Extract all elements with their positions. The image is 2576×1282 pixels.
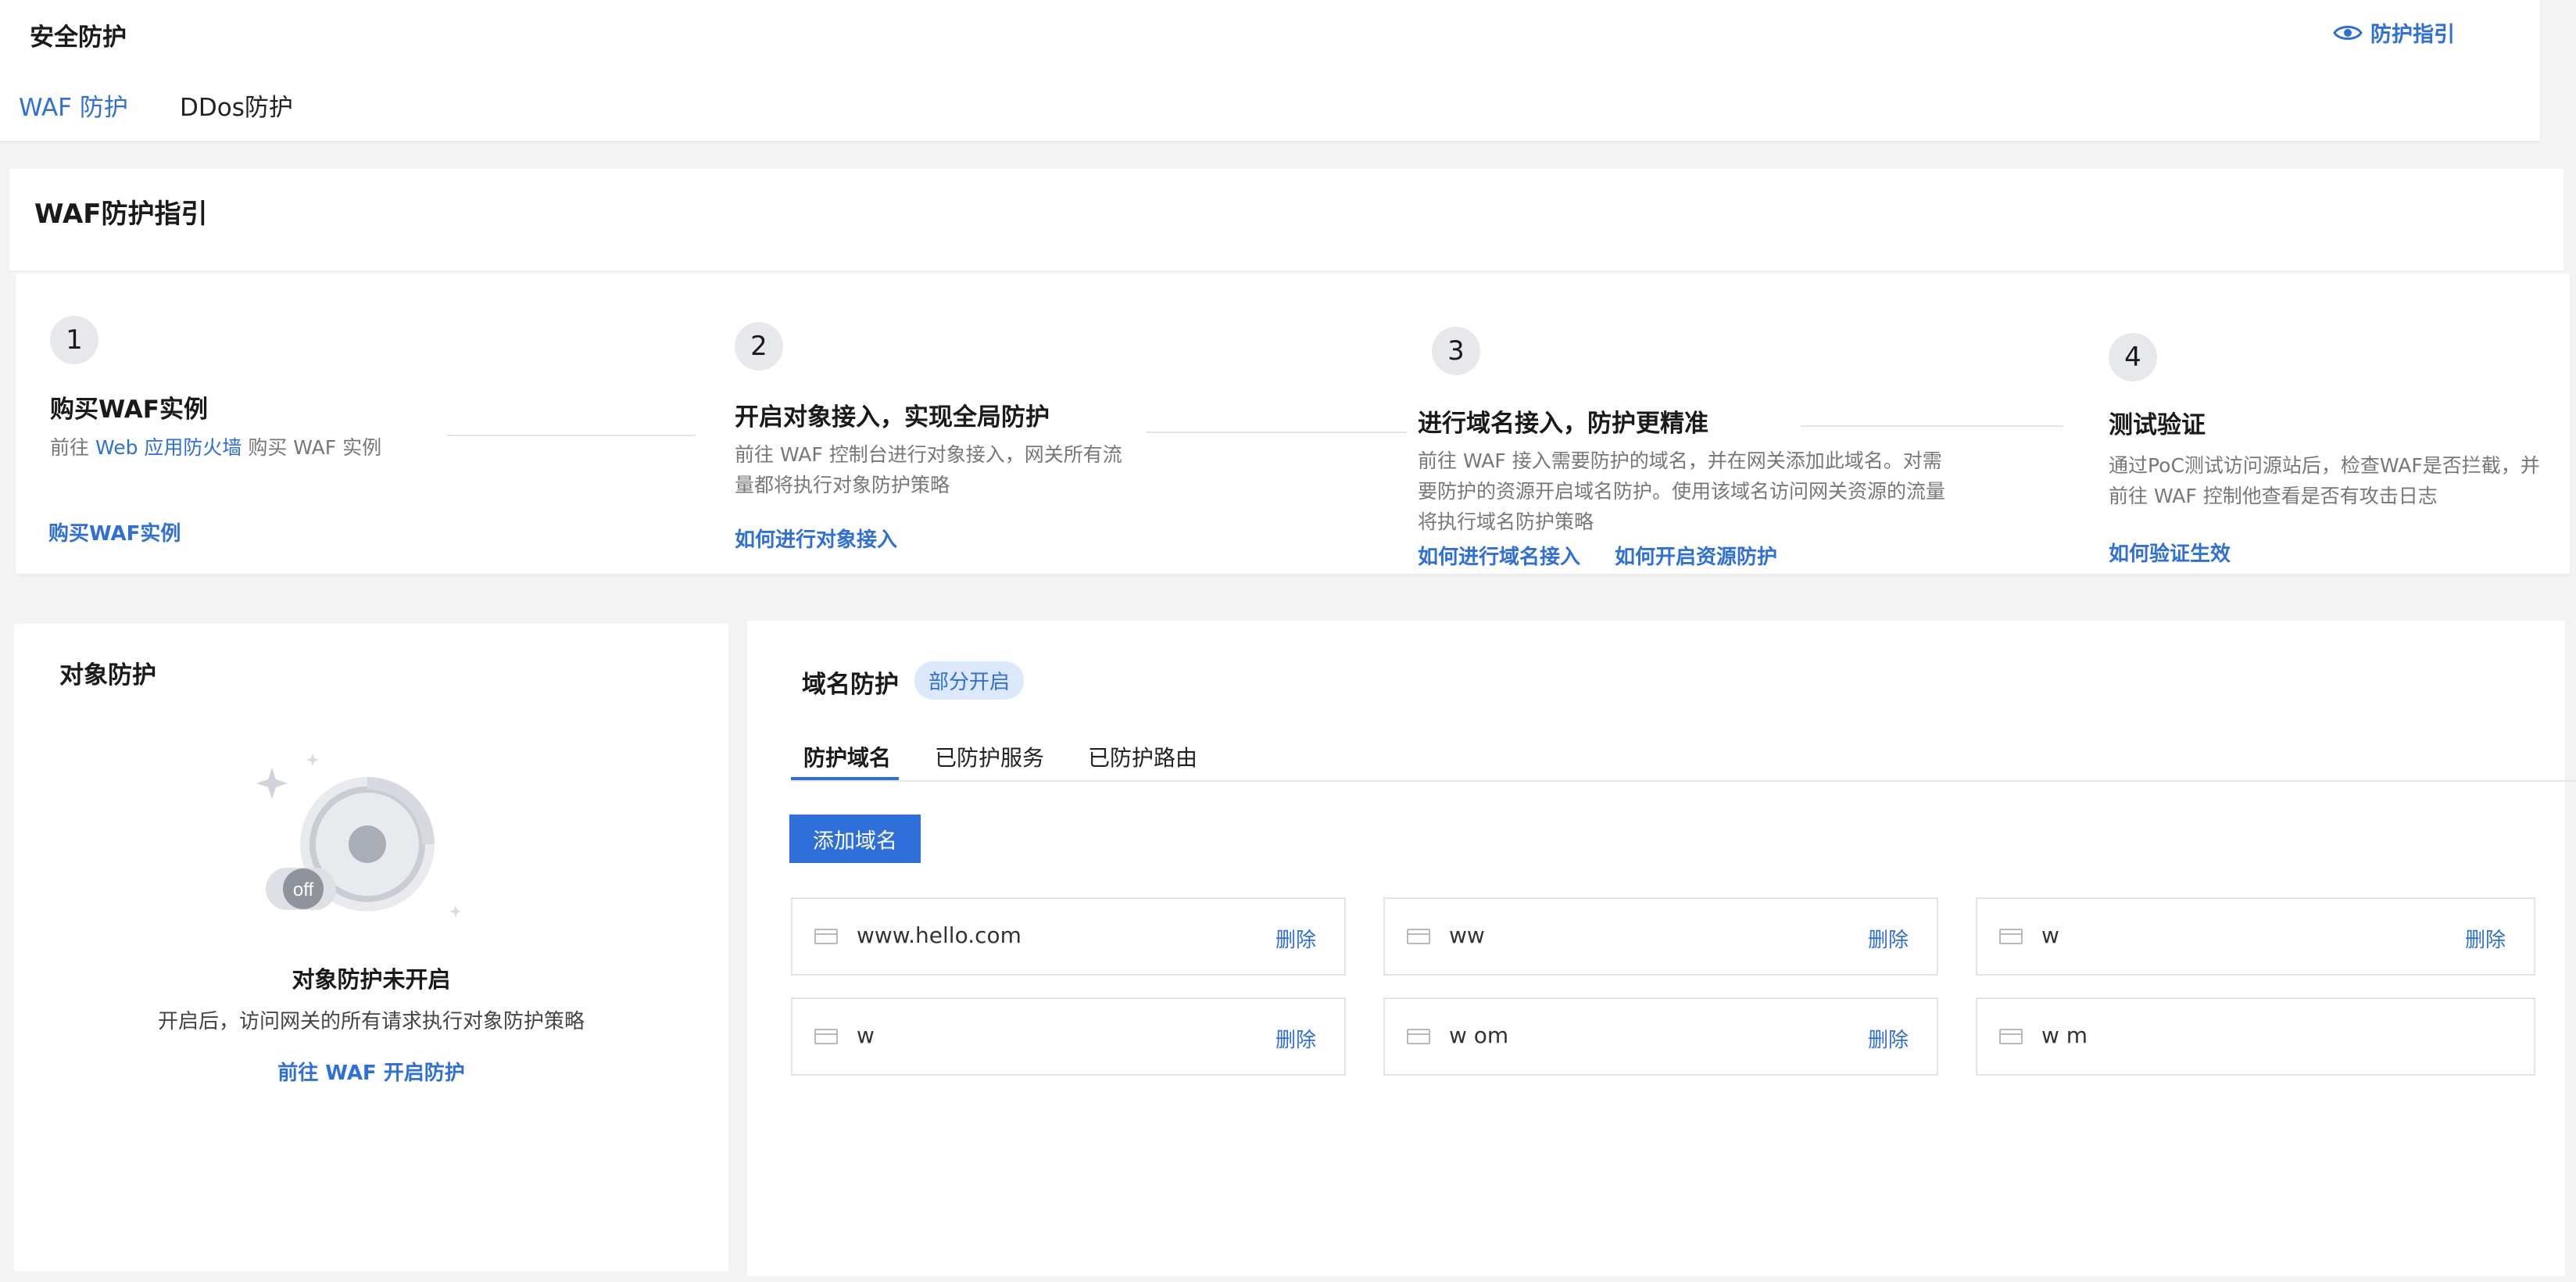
domain-name: www.hello.com [857, 922, 1021, 948]
tab-ddos-protection[interactable]: DDos防护 [180, 88, 293, 123]
domain-name: ww [1449, 922, 1485, 948]
off-badge-text: off [293, 879, 314, 901]
step-3-number: 3 [1432, 327, 1480, 375]
delete-button[interactable]: 删除 [1275, 1024, 1316, 1053]
step-4-number: 4 [2109, 333, 2157, 381]
object-access-link[interactable]: 如何进行对象接入 [735, 524, 897, 553]
delete-button[interactable]: 删除 [2465, 924, 2506, 953]
status-badge: 部分开启 [914, 661, 1025, 700]
object-protection-card [14, 624, 728, 1271]
domain-item: w 删除 [791, 997, 1346, 1076]
protection-guide-label: 防护指引 [2370, 23, 2455, 47]
step-connector [1801, 425, 2063, 427]
domain-item: www.hello.com 删除 [791, 897, 1346, 976]
top-header [0, 0, 2540, 141]
step-4-title: 测试验证 [2109, 411, 2206, 439]
tab-protected-services[interactable]: 已防护服务 [935, 741, 1044, 772]
enable-waf-protection-link[interactable]: 前往 WAF 开启防护 [14, 1057, 728, 1086]
browser-icon [814, 1029, 838, 1044]
domain-item: w om 删除 [1383, 997, 1938, 1076]
domain-item: w 删除 [1976, 897, 2535, 976]
domain-name: w [857, 1022, 875, 1048]
step-1-desc-suffix: 购买 WAF 实例 [242, 436, 382, 459]
web-firewall-link[interactable]: Web 应用防火墙 [95, 436, 242, 459]
step-connector [1146, 432, 1407, 433]
step-2-desc: 前往 WAF 控制台进行对象接入，网关所有流量都将执行对象防护策略 [735, 443, 1122, 496]
verify-effect-link[interactable]: 如何验证生效 [2109, 538, 2231, 567]
step-1-title: 购买WAF实例 [50, 396, 208, 424]
active-tab-indicator [791, 777, 899, 780]
delete-button[interactable]: 删除 [1868, 1024, 1909, 1053]
step-1-desc: 前往 Web 应用防火墙 购买 WAF 实例 [50, 432, 456, 463]
tab-protected-domains[interactable]: 防护域名 [803, 741, 891, 772]
browser-icon [814, 929, 838, 944]
step-connector [447, 435, 696, 436]
domain-item: ww 删除 [1383, 897, 1938, 976]
domain-protection-title: 域名防护 [802, 671, 899, 699]
step-2-number: 2 [735, 322, 783, 371]
step-3-title: 进行域名接入，防护更精准 [1418, 410, 1708, 438]
object-protection-title: 对象防护 [59, 661, 156, 689]
object-protection-status: 对象防护未开启 [292, 966, 451, 993]
domain-name: w om [1449, 1022, 1509, 1048]
eye-icon [2333, 25, 2363, 40]
domain-name: w m [2041, 1022, 2088, 1048]
protection-off-illustration: off [256, 754, 460, 918]
resource-protection-link[interactable]: 如何开启资源防护 [1615, 541, 1777, 570]
step-1-number: 1 [50, 316, 98, 364]
domain-access-link[interactable]: 如何进行域名接入 [1418, 541, 1580, 570]
delete-button[interactable]: 删除 [1868, 924, 1909, 953]
object-protection-desc: 开启后，访问网关的所有请求执行对象防护策略 [157, 1010, 585, 1033]
protection-guide-link[interactable]: 防护指引 [2333, 17, 2455, 48]
guide-title: WAF防护指引 [34, 199, 208, 230]
step-3-desc: 前往 WAF 接入需要防护的域名，并在网关添加此域名。对需要防护的资源开启域名防… [1418, 449, 1946, 533]
tab-waf-protection[interactable]: WAF 防护 [19, 88, 128, 123]
delete-button[interactable]: 删除 [1275, 924, 1316, 953]
tab-protected-routes[interactable]: 已防护路由 [1088, 741, 1197, 772]
browser-icon [1999, 1029, 2023, 1044]
step-1-desc-prefix: 前往 [50, 436, 95, 459]
step-2-title: 开启对象接入，实现全局防护 [735, 403, 1050, 432]
page-title: 安全防护 [30, 23, 127, 52]
browser-icon [1999, 929, 2023, 944]
step-4-desc: 通过PoC测试访问源站后，检查WAF是否拦截，并前往 WAF 控制他查看是否有攻… [2109, 454, 2540, 507]
browser-icon [1407, 929, 1430, 944]
add-domain-button[interactable]: 添加域名 [789, 815, 921, 863]
browser-icon [1407, 1029, 1430, 1044]
guide-header [9, 169, 2563, 272]
domain-name: w [2041, 922, 2059, 948]
tab-divider [791, 780, 2576, 782]
domain-item: w m [1976, 997, 2535, 1076]
buy-waf-instance-link[interactable]: 购买WAF实例 [48, 517, 181, 546]
